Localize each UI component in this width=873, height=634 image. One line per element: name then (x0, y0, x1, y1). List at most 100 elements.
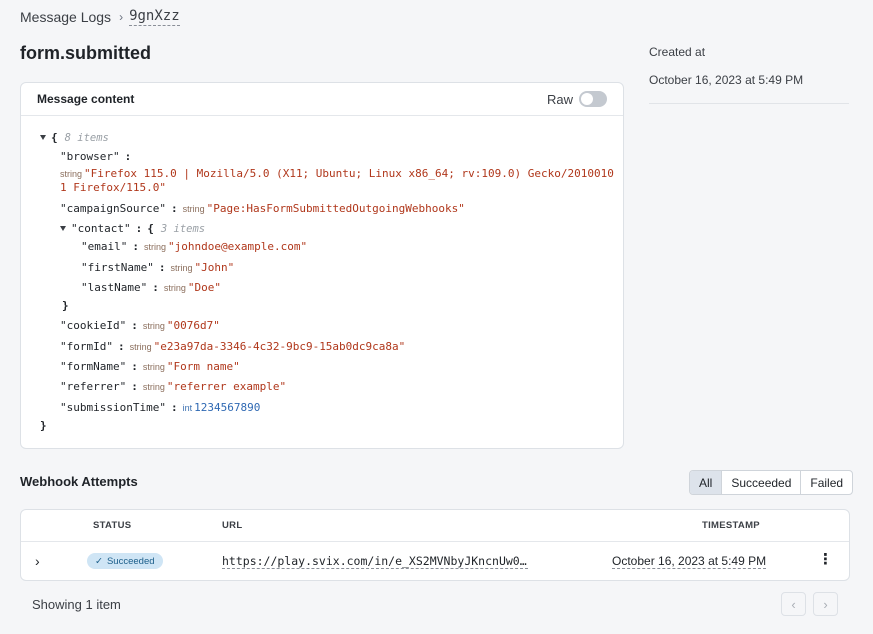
message-content-header: Message content Raw (21, 83, 623, 116)
json-root-line[interactable]: { 8 items (40, 131, 109, 144)
breadcrumb-message-logs-link[interactable]: Message Logs (20, 9, 111, 25)
json-type: string (142, 321, 165, 331)
json-line-contact[interactable]: "contact": {3 items (60, 222, 205, 235)
json-brace: } (62, 299, 69, 312)
json-line-firstname: "firstName": string "John" (81, 261, 234, 274)
json-colon: : (170, 202, 178, 215)
json-colon: : (131, 360, 138, 373)
status-badge: ✓ Succeeded (87, 553, 163, 569)
column-header-status: STATUS (93, 520, 132, 531)
more-options-icon[interactable]: ⋮ (818, 552, 833, 567)
json-line-formid: "formId": string "e23a97da-3346-4c32-9bc9-… (60, 340, 405, 353)
json-line-email: "email": string "johndoe@example.com" (81, 240, 307, 253)
page-title: form.submitted (20, 43, 152, 63)
json-brace: { (51, 131, 58, 144)
json-string-value: "Firefox 115.0 | Mozilla/5.0 (X11; Ubunt… (84, 167, 614, 180)
status-badge-label: Succeeded (106, 555, 155, 567)
json-key: "email" (81, 240, 128, 253)
json-colon: : (124, 150, 132, 163)
filter-failed-button[interactable]: Failed (800, 471, 852, 494)
raw-toggle[interactable] (579, 91, 607, 107)
json-line-referrer: "referrer": string "referrer example" (60, 380, 286, 393)
expand-chevron-icon[interactable]: › (35, 553, 40, 569)
json-string-value: "referrer example" (166, 380, 287, 393)
json-string-value: "johndoe@example.com" (168, 240, 308, 253)
json-viewer: { 8 items "browser": string "Firefox 115.… (21, 116, 623, 448)
json-string-value: "Page:HasFormSubmittedOutgoingWebhooks" (206, 202, 465, 215)
breadcrumb: Message Logs › 9gnXzz (20, 8, 180, 26)
json-brace: } (40, 419, 47, 432)
check-icon: ✓ (95, 555, 103, 567)
chevron-right-icon: › (823, 596, 828, 612)
previous-page-button[interactable]: ‹ (781, 592, 806, 616)
json-type: string (182, 204, 205, 214)
column-header-timestamp: TIMESTAMP (702, 520, 760, 531)
json-colon: : (131, 380, 138, 393)
json-line-formname: "formName": string "Form name" (60, 360, 240, 373)
json-line-cookieid: "cookieId": string "0076d7" (60, 319, 220, 332)
json-item-count: 3 items (160, 223, 206, 235)
raw-toggle-knob (581, 93, 593, 105)
json-colon: : (170, 401, 178, 414)
json-string-value: "Form name" (166, 360, 240, 373)
breadcrumb-chevron-icon: › (119, 10, 124, 24)
attempt-url-link[interactable]: https://play.svix.com/in/e_XS2MVNbyJKncn… (222, 554, 528, 569)
json-brace: { (147, 222, 154, 235)
message-content-card: Message content Raw { 8 items "browser":… (20, 82, 624, 449)
table-header: STATUS URL TIMESTAMP (21, 510, 849, 542)
json-key: "formId" (60, 340, 113, 353)
table-row[interactable]: › ✓ Succeeded https://play.svix.com/in/e… (21, 542, 849, 581)
json-colon: : (117, 340, 125, 353)
json-type: string (129, 342, 152, 352)
filter-succeeded-button[interactable]: Succeeded (721, 471, 800, 494)
json-type: string (142, 382, 165, 392)
json-colon: : (135, 222, 143, 235)
json-type: string (170, 263, 193, 273)
json-type: int (182, 403, 193, 413)
webhook-attempts-title: Webhook Attempts (20, 474, 138, 489)
json-int-value: 1234567890 (194, 401, 261, 414)
attempt-timestamp[interactable]: October 16, 2023 at 5:49 PM (612, 554, 767, 569)
raw-label: Raw (546, 91, 573, 107)
webhook-attempts-table: STATUS URL TIMESTAMP › ✓ Succeeded https… (20, 509, 850, 581)
json-value-browser-2: 1 Firefox/115.0" (60, 181, 166, 194)
json-line-submissiontime: "submissionTime": int 1234567890 (60, 401, 260, 414)
json-colon: : (132, 240, 139, 253)
created-at-label: Created at (649, 45, 706, 59)
pagination-summary: Showing 1 item (32, 597, 121, 612)
json-key: "cookieId" (60, 319, 127, 332)
json-string-value: "Doe" (187, 281, 221, 294)
collapse-caret-icon[interactable] (60, 226, 66, 231)
next-page-button[interactable]: › (813, 592, 838, 616)
created-at-value: October 16, 2023 at 5:49 PM (649, 73, 804, 87)
filter-all-button[interactable]: All (690, 471, 722, 494)
collapse-caret-icon[interactable] (40, 135, 46, 140)
divider (649, 103, 849, 104)
json-key: "firstName" (81, 261, 154, 274)
json-key: "formName" (60, 360, 127, 373)
json-colon: : (152, 281, 159, 294)
json-line-browser: "browser": (60, 150, 136, 163)
json-key: "browser" (60, 150, 120, 163)
attempt-filter-group: All Succeeded Failed (689, 470, 854, 495)
breadcrumb-message-id[interactable]: 9gnXzz (129, 8, 180, 26)
chevron-left-icon: ‹ (791, 596, 796, 612)
json-line-campaignsource: "campaignSource": string "Page:HasFormSubm… (60, 202, 465, 215)
json-type: string (142, 362, 165, 372)
json-key: "submissionTime" (60, 401, 166, 414)
json-colon: : (131, 319, 138, 332)
json-type: string (143, 242, 166, 252)
message-content-title: Message content (37, 92, 135, 106)
json-string-value: "John" (194, 261, 235, 274)
json-key: "lastName" (81, 281, 148, 294)
json-close-brace: } (62, 299, 69, 312)
json-string-value: 1 Firefox/115.0" (60, 181, 166, 194)
json-string-value: "0076d7" (166, 319, 220, 332)
json-value-browser-1: string "Firefox 115.0 | Mozilla/5.0 (X11;… (60, 167, 614, 180)
json-key: "referrer" (60, 380, 127, 393)
raw-toggle-wrap: Raw (547, 91, 607, 107)
json-key: "campaignSource" (60, 202, 166, 215)
json-string-value: "e23a97da-3346-4c32-9bc9-15ab0dc9ca8a" (153, 340, 406, 353)
json-key: "contact" (71, 222, 131, 235)
json-line-lastname: "lastName": string "Doe" (81, 281, 221, 294)
